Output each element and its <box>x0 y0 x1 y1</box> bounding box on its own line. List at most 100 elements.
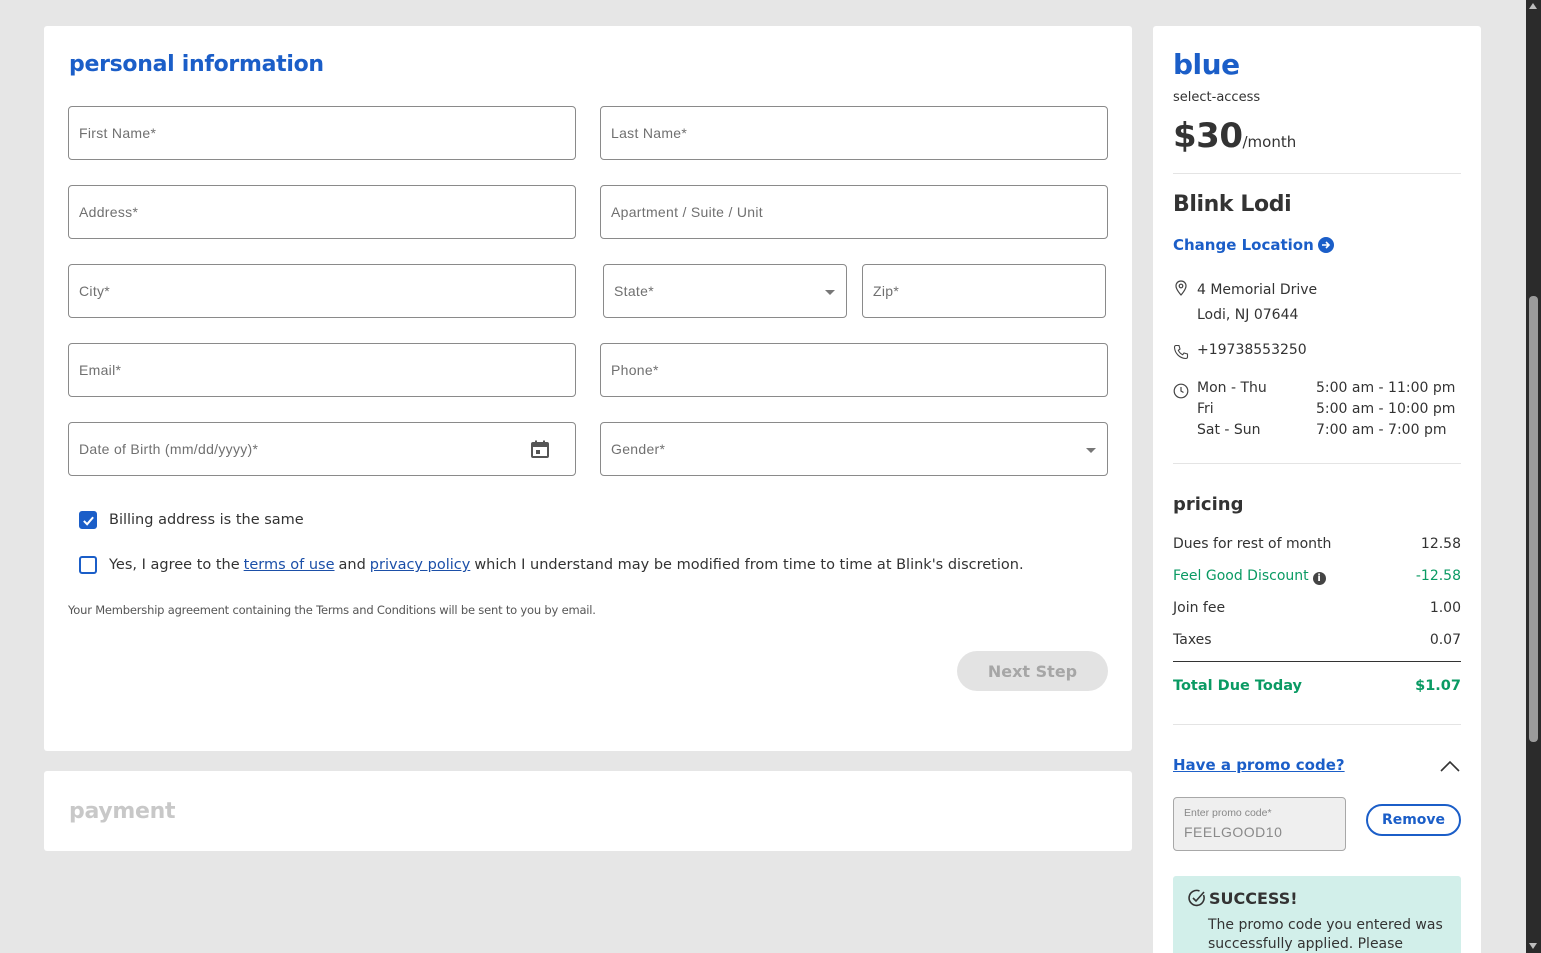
price-line-value: 0.07 <box>1429 632 1461 648</box>
remove-promo-button[interactable]: Remove <box>1366 804 1461 836</box>
plan-subtitle: select-access <box>1173 90 1261 105</box>
chevron-down-icon <box>825 290 835 295</box>
price-line-discount: Feel Good Discount i -12.58 <box>1173 568 1461 585</box>
apartment-field[interactable]: Apartment / Suite / Unit <box>600 185 1108 239</box>
price-amount: $30 <box>1173 116 1243 156</box>
price-line-value: 12.58 <box>1420 536 1461 552</box>
success-title: SUCCESS! <box>1209 888 1298 908</box>
agree-prefix: Yes, I agree to the <box>109 557 240 573</box>
chevron-up-icon[interactable] <box>1440 760 1460 772</box>
map-pin-icon <box>1175 280 1187 296</box>
phone-field[interactable]: Phone* <box>600 343 1108 397</box>
info-icon[interactable]: i <box>1312 572 1326 585</box>
promo-success-alert: SUCCESS! The promo code you entered was … <box>1173 876 1461 953</box>
agree-suffix: which I understand may be modified from … <box>474 557 1024 573</box>
privacy-policy-link[interactable]: privacy policy <box>370 557 471 573</box>
price-line-label: Dues for rest of month <box>1173 536 1332 552</box>
address-placeholder: Address* <box>79 204 139 220</box>
divider <box>1173 724 1461 725</box>
zip-placeholder: Zip* <box>873 283 900 299</box>
address-line-2: Lodi, NJ 07644 <box>1197 307 1299 323</box>
billing-same-label: Billing address is the same <box>109 512 304 528</box>
scrollbar-thumb[interactable] <box>1529 296 1538 742</box>
state-placeholder: State* <box>614 283 654 299</box>
address-line-1: 4 Memorial Drive <box>1197 282 1318 298</box>
city-placeholder: City* <box>79 283 111 299</box>
price-line: Join fee 1.00 <box>1173 600 1461 616</box>
price-line: Taxes 0.07 <box>1173 632 1461 648</box>
price-line-value: -12.58 <box>1415 568 1461 584</box>
price-line: Dues for rest of month 12.58 <box>1173 536 1461 552</box>
scroll-down-arrow-icon[interactable] <box>1529 943 1537 949</box>
apartment-placeholder: Apartment / Suite / Unit <box>611 204 763 220</box>
first-name-field[interactable]: First Name* <box>68 106 576 160</box>
hours-days: Mon - Thu <box>1197 380 1267 396</box>
location-name: Blink Lodi <box>1173 192 1292 217</box>
scroll-up-arrow-icon[interactable] <box>1529 3 1537 9</box>
first-name-placeholder: First Name* <box>79 125 157 141</box>
promo-code-toggle-link[interactable]: Have a promo code? <box>1173 756 1345 774</box>
total-divider <box>1173 661 1461 662</box>
success-message: The promo code you entered was successfu… <box>1208 917 1443 952</box>
chevron-down-icon <box>1086 448 1096 453</box>
order-summary-card: blue select-access $30/month Blink Lodi … <box>1153 26 1481 953</box>
plan-name: blue <box>1173 48 1240 81</box>
location-address: 4 Memorial Drive Lodi, NJ 07644 <box>1173 278 1317 328</box>
total-due-value: $1.07 <box>1415 678 1461 694</box>
hours-days: Fri <box>1197 401 1214 417</box>
email-field[interactable]: Email* <box>68 343 576 397</box>
checkmark-icon <box>82 516 94 526</box>
check-circle-icon <box>1188 889 1205 907</box>
price-line-label: Join fee <box>1173 600 1226 616</box>
hours-time: 7:00 am - 7:00 pm <box>1316 422 1447 438</box>
total-due-row: Total Due Today $1.07 <box>1173 678 1461 694</box>
phone-icon <box>1173 344 1189 360</box>
last-name-placeholder: Last Name* <box>611 125 688 141</box>
hours-days: Sat - Sun <box>1197 422 1261 438</box>
arrow-right-circle-icon <box>1317 237 1334 253</box>
change-location-label: Change Location <box>1173 236 1314 254</box>
promo-code-label: Enter promo code* <box>1184 807 1272 819</box>
promo-code-value: FEELGOOD10 <box>1184 824 1283 840</box>
total-due-label: Total Due Today <box>1173 678 1302 694</box>
terms-of-use-link[interactable]: terms of use <box>244 557 335 573</box>
divider <box>1173 173 1461 174</box>
calendar-icon[interactable] <box>530 439 550 459</box>
gender-placeholder: Gender* <box>611 441 666 457</box>
price-line-value: 1.00 <box>1429 600 1461 616</box>
hours-time: 5:00 am - 10:00 pm <box>1316 401 1456 417</box>
date-of-birth-placeholder: Date of Birth (mm/dd/yyyy)* <box>79 441 259 457</box>
membership-agreement-note: Your Membership agreement containing the… <box>68 603 596 617</box>
last-name-field[interactable]: Last Name* <box>600 106 1108 160</box>
promo-code-input[interactable]: Enter promo code* FEELGOOD10 <box>1173 797 1346 851</box>
agree-terms-row: Yes, I agree to the terms of use and pri… <box>79 556 1024 574</box>
agree-and: and <box>338 557 366 573</box>
billing-same-row: Billing address is the same <box>79 511 304 529</box>
agree-terms-checkbox[interactable] <box>79 556 97 574</box>
price-period: /month <box>1242 133 1297 151</box>
email-placeholder: Email* <box>79 362 122 378</box>
phone-placeholder: Phone* <box>611 362 659 378</box>
pricing-title: pricing <box>1173 494 1244 515</box>
personal-information-title: personal information <box>69 52 324 77</box>
gender-select[interactable]: Gender* <box>600 422 1108 476</box>
price-line-label: Taxes <box>1173 632 1212 648</box>
next-step-button[interactable]: Next Step <box>957 651 1108 691</box>
location-phone: +19738553250 <box>1173 342 1307 360</box>
zip-field[interactable]: Zip* <box>862 264 1106 318</box>
city-field[interactable]: City* <box>68 264 576 318</box>
divider <box>1173 463 1461 464</box>
billing-same-checkbox[interactable] <box>79 511 97 529</box>
address-field[interactable]: Address* <box>68 185 576 239</box>
state-select[interactable]: State* <box>603 264 847 318</box>
payment-title: payment <box>69 799 176 824</box>
location-phone-number[interactable]: +19738553250 <box>1197 342 1307 360</box>
change-location-link[interactable]: Change Location <box>1173 236 1334 254</box>
clock-icon <box>1173 383 1189 399</box>
page-scrollbar[interactable] <box>1526 0 1541 953</box>
plan-price: $30/month <box>1173 116 1296 156</box>
payment-card[interactable]: payment <box>44 771 1132 851</box>
location-hours: Mon - Thu 5:00 am - 11:00 pm Fri 5:00 am… <box>1173 379 1476 439</box>
date-of-birth-field[interactable]: Date of Birth (mm/dd/yyyy)* <box>68 422 576 476</box>
success-heading: SUCCESS! <box>1187 888 1298 908</box>
